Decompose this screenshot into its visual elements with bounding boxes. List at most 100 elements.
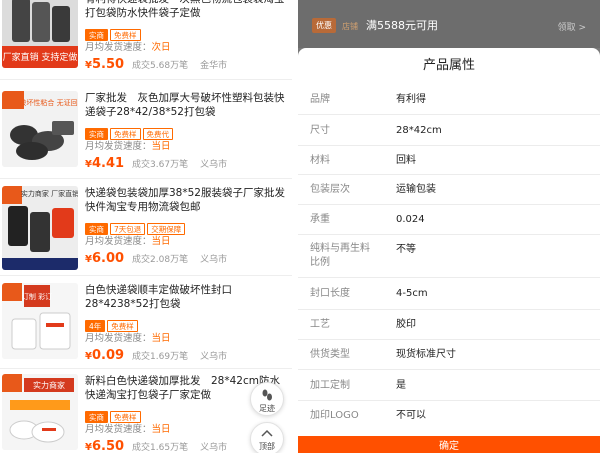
product-list: 厂家直销 支持定做 有利得快递袋批发 灰黑色物流包装袋淘宝打包袋防水快件袋子定做…: [0, 0, 292, 453]
ship-speed: 月均发货速度：当日: [85, 236, 171, 247]
product-title[interactable]: 厂家批发 灰色加厚大号破坏性塑料包装快递袋子28*42/38*52打包袋: [85, 91, 290, 119]
attribute-key: 材料: [310, 155, 330, 166]
attribute-value: 有利得: [396, 94, 426, 105]
ship-speed: 月均发货速度：当日: [85, 333, 171, 344]
sold-count: 成交5.68万笔: [132, 61, 189, 71]
attribute-key: 尺寸: [310, 125, 330, 136]
attribute-key: 品牌: [310, 94, 330, 105]
product-thumbnail[interactable]: 实力商家 厂家直销: [2, 186, 78, 270]
city: 义乌市: [200, 160, 228, 170]
attribute-key: 纯料与再生料比例: [310, 243, 370, 268]
attribute-value: 不等: [396, 244, 416, 255]
city: 义乌市: [200, 443, 228, 453]
price: ¥6.50: [85, 439, 125, 453]
claim-coupon-link[interactable]: 领取 >: [558, 20, 586, 33]
svg-text:订制 彩订: 订制 彩订: [22, 292, 52, 301]
price: ¥0.09: [85, 348, 125, 363]
attribute-row: 纯料与再生料比例 不等: [298, 235, 600, 278]
dark-bags-image: 实力商家 厂家直销: [2, 186, 78, 270]
attribute-value: 回料: [396, 155, 416, 166]
sheet-title: 产品属性: [422, 58, 475, 73]
attributes-sheet: 产品属性 品牌 有利得 尺寸 28*42cm 材料 回料 包装层次 运输包装 承…: [298, 48, 600, 453]
white-bags-image: 实力商家: [2, 374, 78, 450]
svg-text:实力商家: 实力商家: [33, 380, 65, 390]
attribute-key: 承重: [310, 214, 330, 225]
footprint-icon: [262, 389, 272, 401]
coupon-row: 优惠 店铺 满5588元可用: [312, 17, 438, 37]
coupon-badge: 优惠: [312, 18, 336, 33]
product-item[interactable]: 实力商家 新料白色快递袋加厚批发 28*42cm防水快递淘宝打包袋子厂家定做 实…: [0, 370, 292, 453]
coupon-text: 满5588元可用: [366, 19, 438, 32]
attribute-row: 供货类型 现货标准尺寸: [298, 340, 600, 370]
attribute-row: 承重 0.024: [298, 205, 600, 235]
product-title[interactable]: 有利得快递袋批发 灰黑色物流包装袋淘宝打包袋防水快件袋子定做: [85, 0, 290, 20]
top-label: 顶部: [259, 442, 275, 451]
footprint-button[interactable]: 足迹: [250, 382, 284, 416]
tag-row: 实商 免费样 免费代: [85, 122, 290, 140]
city: 义乌市: [200, 255, 228, 265]
attribute-row: 加工定制 是: [298, 370, 600, 401]
sold-count: 成交2.08万笔: [132, 255, 189, 265]
product-thumbnail[interactable]: 破坏性粘合 无证回本: [2, 91, 78, 167]
svg-text:实力商家 厂家直销: 实力商家 厂家直销: [21, 189, 78, 198]
attribute-value: 运输包装: [396, 184, 436, 195]
ship-speed: 月均发货速度：当日: [85, 141, 171, 152]
svg-text:破坏性粘合 无证回本: 破坏性粘合 无证回本: [19, 98, 78, 107]
attribute-key: 加印LOGO: [310, 410, 359, 421]
product-thumbnail[interactable]: 厂家直销 支持定做: [2, 0, 78, 68]
grey-bags-image: 厂家直销 支持定做: [2, 0, 78, 68]
price-row: ¥6.00 成交2.08万笔 义乌市: [85, 251, 290, 266]
product-thumbnail[interactable]: 实力商家: [2, 374, 78, 450]
attribute-key: 供货类型: [310, 349, 350, 360]
grey-bags-image: 破坏性粘合 无证回本: [2, 91, 78, 167]
attribute-row: 包装层次 运输包装: [298, 175, 600, 205]
dimmed-overlay[interactable]: 优惠 店铺 满5588元可用 领取 >: [298, 0, 600, 48]
attribute-value: 28*42cm: [396, 125, 442, 136]
attribute-key: 工艺: [310, 319, 330, 330]
product-title[interactable]: 白色快递袋顺丰定做破坏性封口28*4238*52打包袋: [85, 283, 290, 311]
tag-row: 实商 免费样: [85, 23, 290, 41]
product-thumbnail[interactable]: 订制 彩订: [2, 283, 78, 359]
product-title[interactable]: 快递袋包装袋加厚38*52服装袋子厂家批发快件淘宝专用物流袋包邮: [85, 186, 290, 214]
footprint-label: 足迹: [259, 404, 275, 413]
price: ¥5.50: [85, 57, 125, 72]
attribute-key: 包装层次: [310, 184, 350, 195]
product-item[interactable]: 厂家直销 支持定做 有利得快递袋批发 灰黑色物流包装袋淘宝打包袋防水快件袋子定做…: [0, 0, 292, 80]
attribute-key: 加工定制: [310, 380, 350, 391]
svg-text:厂家直销 支持定做: 厂家直销 支持定做: [3, 51, 78, 63]
attribute-key: 封口长度: [310, 288, 350, 299]
attributes-panel: 优惠 店铺 满5588元可用 领取 > 产品属性 品牌 有利得 尺寸 28*42cm…: [298, 0, 600, 453]
attribute-row: 加印LOGO 不可以: [298, 401, 600, 431]
product-item[interactable]: 破坏性粘合 无证回本 厂家批发 灰色加厚大号破坏性塑料包装快递袋子28*42/3…: [0, 85, 292, 179]
attribute-value: 胶印: [396, 319, 416, 330]
attribute-value: 4-5cm: [396, 288, 428, 299]
attribute-value: 0.024: [396, 214, 425, 225]
back-to-top-button[interactable]: 顶部: [250, 422, 284, 453]
sold-count: 成交1.69万笔: [132, 352, 189, 362]
attribute-value: 是: [396, 380, 406, 391]
product-item[interactable]: 订制 彩订 白色快递袋顺丰定做破坏性封口28*4238*52打包袋 4年 免费样 …: [0, 277, 292, 369]
sold-count: 成交1.65万笔: [132, 443, 189, 453]
tag-row: 实商 7天包退 交期保障: [85, 217, 290, 235]
confirm-button[interactable]: 确定: [298, 436, 600, 453]
city: 金华市: [200, 61, 228, 71]
tag-row: 4年 免费样: [85, 314, 290, 332]
sold-count: 成交3.67万笔: [132, 160, 189, 170]
attribute-value: 不可以: [396, 410, 426, 421]
white-bags-image: 订制 彩订: [2, 283, 78, 359]
price-row: ¥4.41 成交3.67万笔 义乌市: [85, 156, 290, 171]
attribute-row: 品牌 有利得: [298, 84, 600, 115]
attribute-value: 现货标准尺寸: [396, 349, 456, 360]
price: ¥4.41: [85, 156, 125, 171]
arrow-up-icon: [261, 429, 273, 437]
ship-speed: 月均发货速度：次日: [85, 42, 171, 53]
attribute-row: 尺寸 28*42cm: [298, 115, 600, 146]
price-row: ¥5.50 成交5.68万笔 金华市: [85, 57, 290, 72]
attribute-row: 封口长度 4-5cm: [298, 278, 600, 310]
coupon-badge-2: 店铺: [342, 22, 358, 31]
price-row: ¥0.09 成交1.69万笔 义乌市: [85, 348, 290, 363]
price: ¥6.00: [85, 251, 125, 266]
attribute-row: 工艺 胶印: [298, 310, 600, 340]
product-item[interactable]: 实力商家 厂家直销 快递袋包装袋加厚38*52服装袋子厂家批发快件淘宝专用物流袋…: [0, 180, 292, 276]
attribute-row: 材料 回料: [298, 146, 600, 175]
